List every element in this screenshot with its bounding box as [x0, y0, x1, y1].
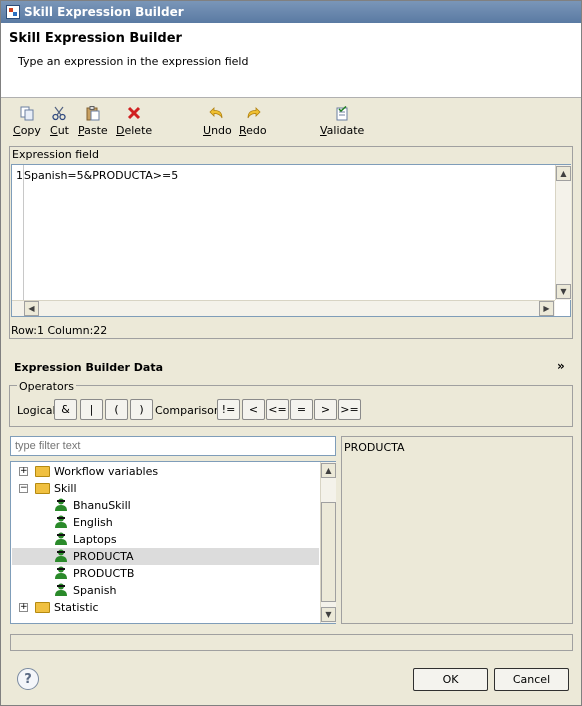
tree-item-laptops[interactable]: Laptops — [12, 531, 319, 548]
paste-label: Paste — [78, 124, 108, 137]
header-title: Skill Expression Builder — [9, 31, 182, 46]
scroll-up-arrow-icon[interactable]: ▲ — [556, 166, 571, 181]
expand-plus-icon[interactable]: + — [19, 603, 28, 612]
op-less-than-button[interactable]: < — [242, 399, 265, 420]
title-bar: Skill Expression Builder — [1, 1, 581, 23]
tree-item-label: BhanuSkill — [73, 499, 131, 512]
validate-icon — [334, 105, 350, 121]
folder-icon — [35, 483, 50, 494]
tree-scroll-up-arrow-icon[interactable]: ▲ — [321, 463, 336, 478]
expression-editor[interactable]: 1 Spanish=5&PRODUCTA>=5 ▲ ▼ ◀ ▶ — [11, 164, 571, 317]
skill-icon — [55, 515, 67, 528]
copy-icon — [19, 105, 35, 121]
redo-icon — [245, 105, 261, 121]
copy-button[interactable]: Copy — [13, 105, 41, 141]
tree-item-statistic[interactable]: + Statistic — [12, 599, 319, 616]
window-title: Skill Expression Builder — [24, 5, 184, 19]
tree-item-label: English — [73, 516, 113, 529]
tree-item-english[interactable]: English — [12, 514, 319, 531]
dialog-header: Skill Expression Builder Type an express… — [1, 23, 581, 98]
folder-icon — [35, 466, 50, 477]
scroll-left-arrow-icon[interactable]: ◀ — [24, 301, 39, 316]
tree-item-bhanuskill[interactable]: BhanuSkill — [12, 497, 319, 514]
op-less-equal-button[interactable]: <= — [266, 399, 289, 420]
skill-icon — [55, 498, 67, 511]
status-bar — [10, 634, 573, 651]
operators-label: Operators — [17, 380, 76, 393]
editor-vertical-scrollbar[interactable]: ▲ ▼ — [555, 165, 571, 300]
expression-field-label: Expression field — [12, 148, 99, 161]
skill-icon — [55, 583, 67, 596]
dialog-window: Skill Expression Builder Skill Expressio… — [0, 0, 582, 706]
cut-button[interactable]: Cut — [50, 105, 69, 141]
tree-item-label: PRODUCTB — [73, 567, 135, 580]
validate-button[interactable]: Validate — [320, 105, 364, 141]
skill-icon — [55, 549, 67, 562]
logical-label: Logical — [17, 404, 56, 417]
tree-item-producta[interactable]: PRODUCTA — [12, 548, 319, 565]
expand-plus-icon[interactable]: + — [19, 467, 28, 476]
op-not-equal-button[interactable]: != — [217, 399, 240, 420]
editor-horizontal-scrollbar[interactable]: ◀ ▶ — [12, 300, 555, 316]
skill-icon — [55, 566, 67, 579]
op-equal-button[interactable]: = — [290, 399, 313, 420]
paste-button[interactable]: Paste — [78, 105, 108, 141]
op-greater-equal-button[interactable]: >= — [338, 399, 361, 420]
line-number-gutter — [12, 165, 24, 300]
help-icon[interactable]: ? — [17, 668, 39, 690]
delete-icon — [126, 105, 142, 121]
cut-label: Cut — [50, 124, 69, 137]
line-number: 1 — [16, 169, 23, 182]
validate-label: Validate — [320, 124, 365, 137]
detail-value: PRODUCTA — [344, 441, 405, 454]
op-and-button[interactable]: & — [54, 399, 77, 420]
tree-item-label: Workflow variables — [54, 465, 159, 478]
tree-item-label: Laptops — [73, 533, 117, 546]
op-close-paren-button[interactable]: ) — [130, 399, 153, 420]
folder-icon — [35, 602, 50, 613]
filter-input[interactable] — [10, 436, 336, 456]
header-description: Type an expression in the expression fie… — [18, 55, 249, 68]
skill-icon — [55, 532, 67, 545]
tree-scroll-thumb[interactable] — [321, 502, 336, 602]
op-greater-than-button[interactable]: > — [314, 399, 337, 420]
ok-button[interactable]: OK — [413, 668, 488, 691]
tree-item-label: Spanish — [73, 584, 117, 597]
op-or-button[interactable]: | — [80, 399, 103, 420]
tree-item-label: Statistic — [54, 601, 99, 614]
op-open-paren-button[interactable]: ( — [105, 399, 128, 420]
redo-button[interactable]: Redo — [239, 105, 267, 141]
collapse-minus-icon[interactable]: − — [19, 484, 28, 493]
undo-label: Undo — [203, 124, 232, 137]
comparison-label: Comparison — [155, 404, 221, 417]
undo-icon — [209, 105, 225, 121]
detail-pane: PRODUCTA — [341, 436, 573, 624]
tree-vertical-scrollbar[interactable]: ▲ ▼ — [320, 462, 336, 623]
tree-item-skill[interactable]: − Skill — [12, 480, 319, 497]
cursor-position-status: Row:1 Column:22 — [11, 324, 108, 337]
delete-label: Delete — [116, 124, 153, 137]
redo-label: Redo — [239, 124, 267, 137]
tree-item-spanish[interactable]: Spanish — [12, 582, 319, 599]
delete-button[interactable]: Delete — [116, 105, 152, 141]
tree-item-label: PRODUCTA — [73, 550, 134, 563]
cancel-button[interactable]: Cancel — [494, 668, 569, 691]
tree-item-productb[interactable]: PRODUCTB — [12, 565, 319, 582]
builder-section-title: Expression Builder Data — [14, 361, 164, 374]
copy-label: Copy — [13, 124, 41, 137]
app-icon — [6, 5, 20, 19]
scroll-down-arrow-icon[interactable]: ▼ — [556, 284, 571, 299]
scroll-right-arrow-icon[interactable]: ▶ — [539, 301, 554, 316]
paste-icon — [85, 105, 101, 121]
tree-item-workflow-variables[interactable]: + Workflow variables — [12, 463, 319, 480]
undo-button[interactable]: Undo — [203, 105, 232, 141]
collapse-chevron-icon[interactable]: » — [557, 359, 565, 373]
scissors-icon — [51, 105, 67, 121]
tree-scroll-down-arrow-icon[interactable]: ▼ — [321, 607, 336, 622]
tree-item-label: Skill — [54, 482, 77, 495]
expression-text[interactable]: Spanish=5&PRODUCTA>=5 — [24, 169, 178, 182]
